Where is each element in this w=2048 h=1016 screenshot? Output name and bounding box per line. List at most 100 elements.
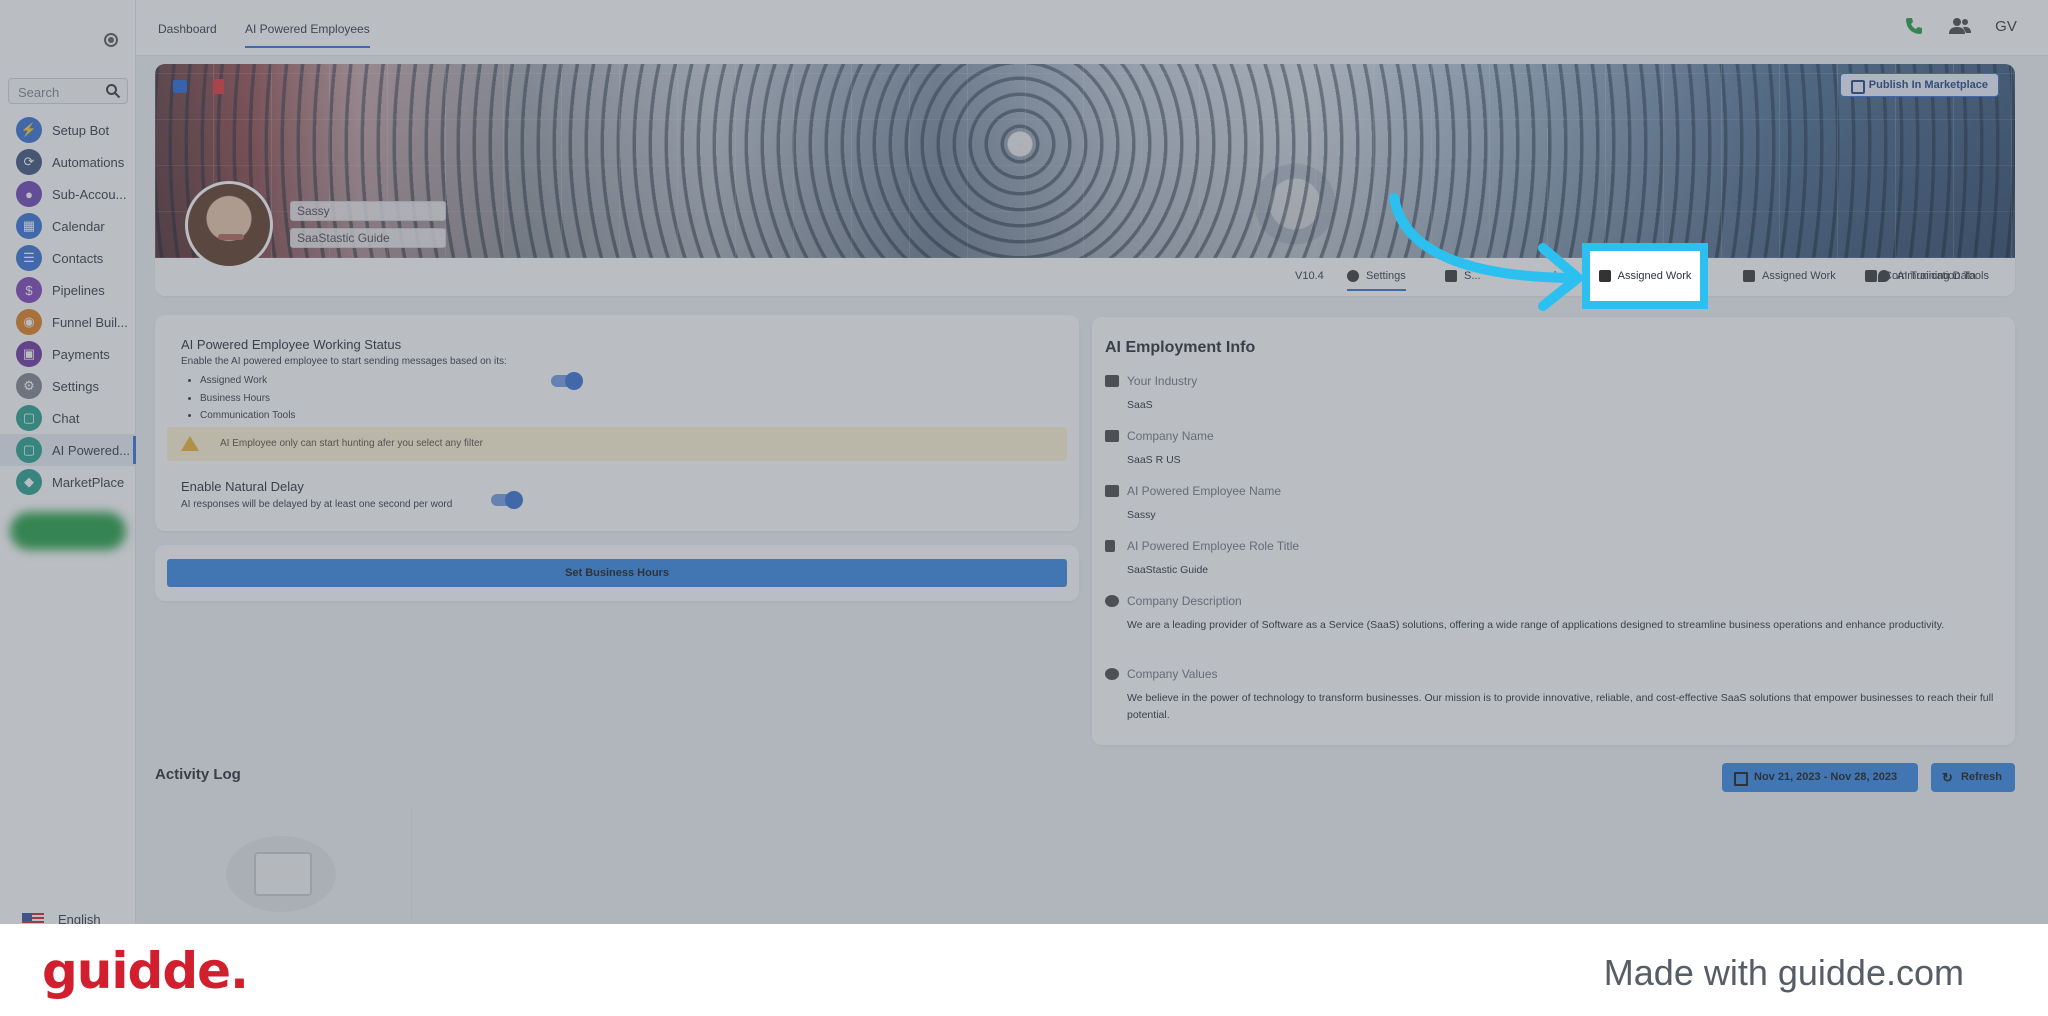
info-label: Company Description	[1127, 594, 1242, 608]
employment-info-card: AI Employment Info Your Industry SaaS Com…	[1092, 317, 2015, 745]
sidebar-item-funnel-builder[interactable]: ◉ Funnel Buil...	[0, 306, 136, 338]
natural-delay-toggle[interactable]	[491, 491, 523, 509]
chat-icon: ▢	[16, 405, 42, 431]
sidebar-item-contacts[interactable]: ☰ Contacts	[0, 242, 136, 274]
info-icon	[1105, 595, 1119, 607]
sidebar-item-label: Pipelines	[52, 282, 105, 298]
employee-tabstrip: V10.4 Settings S... ...ode Assigned Work…	[155, 258, 2015, 296]
calendar-icon: ▦	[16, 213, 42, 239]
made-with-text: Made with guidde.com	[1603, 952, 1964, 993]
tab-label: Assigned Work	[1762, 270, 1836, 282]
sidebar-item-label: Calendar	[52, 218, 105, 234]
bolt-icon: ⚡	[16, 117, 42, 143]
funnel-icon: ◉	[16, 309, 42, 335]
briefcase-icon	[1743, 270, 1755, 282]
list-item: Communication Tools	[200, 407, 295, 425]
briefcase-icon	[1105, 485, 1119, 497]
working-status-toggle[interactable]	[551, 372, 583, 390]
info-value: We believe in the power of technology to…	[1127, 692, 1994, 721]
phone-icon[interactable]	[1900, 12, 1928, 40]
set-business-hours-button[interactable]: Set Business Hours	[167, 559, 1067, 587]
search-placeholder: Search	[18, 85, 60, 100]
pipeline-icon: $	[16, 277, 42, 303]
send-icon	[1865, 270, 1877, 282]
warning-icon	[181, 436, 199, 451]
sidebar-item-calendar[interactable]: ▦ Calendar	[0, 210, 136, 242]
tab-communication-tools[interactable]: Communication Tools	[1865, 270, 1989, 282]
flag-icon	[1105, 540, 1115, 552]
tab-dashboard[interactable]: Dashboard	[158, 22, 217, 36]
info-value: Sassy	[1127, 509, 1156, 521]
info-value: We are a leading provider of Software as…	[1127, 619, 1945, 631]
business-hours-card: Set Business Hours	[155, 545, 1079, 601]
sidebar-item-marketplace[interactable]: ◆ MarketPlace	[0, 466, 136, 498]
sidebar-item-label: Settings	[52, 378, 99, 394]
automation-icon: ⟳	[16, 149, 42, 175]
search-icon[interactable]	[105, 83, 121, 99]
sidebar-nav: ⚡ Setup Bot ⟳ Automations ● Sub-Accou... ▦ C…	[0, 114, 136, 498]
sidebar-item-label: Funnel Buil...	[52, 314, 128, 330]
image-icon[interactable]	[173, 80, 187, 93]
info-label: Company Values	[1127, 667, 1218, 681]
natural-delay-title: Enable Natural Delay	[181, 479, 304, 494]
profile-photo[interactable]	[185, 181, 273, 269]
working-status-description: Enable the AI powered employee to start …	[181, 356, 507, 367]
sidebar-item-pipelines[interactable]: $ Pipelines	[0, 274, 136, 306]
guidde-logo: guidde.	[42, 942, 249, 1000]
date-range-button[interactable]: Nov 21, 2023 - Nov 28, 2023	[1722, 763, 1918, 792]
tab-label: Communication Tools	[1884, 270, 1989, 282]
marketplace-icon: ◆	[16, 469, 42, 495]
working-status-list: Assigned Work Business Hours Communicati…	[200, 372, 295, 425]
sidebar-search-input[interactable]: Search	[8, 78, 128, 104]
trash-icon[interactable]	[213, 79, 224, 94]
settings-tab-icon	[1347, 270, 1359, 282]
sidebar-item-label: Chat	[52, 410, 80, 426]
activity-log-title: Activity Log	[155, 766, 241, 783]
info-value: SaaStastic Guide	[1127, 564, 1209, 576]
info-value: SaaS R US	[1127, 454, 1181, 466]
tab-assigned-work[interactable]: Assigned Work	[1743, 270, 1836, 282]
sidebar-item-label: Automations	[52, 154, 125, 170]
sidebar-collapse-icon[interactable]	[104, 33, 118, 47]
sidebar-item-chat[interactable]: ▢ Chat	[0, 402, 136, 434]
user-icon: ●	[16, 181, 42, 207]
empty-state-illustration	[226, 836, 336, 912]
sidebar-item-automations[interactable]: ⟳ Automations	[0, 146, 136, 178]
natural-delay-description: AI responses will be delayed by at least…	[181, 499, 453, 510]
filter-warning: AI Employee only can start hunting afer …	[167, 427, 1067, 461]
pointer-arrow-icon	[1389, 193, 1583, 311]
tab-ai-powered-employees[interactable]: AI Powered Employees	[245, 22, 370, 48]
card-icon: ▣	[16, 341, 42, 367]
footer-bar: guidde. Made with guidde.com	[0, 924, 2048, 1016]
info-label: AI Powered Employee Name	[1127, 484, 1282, 498]
ai-chat-icon: ▢	[16, 437, 42, 463]
list-item: Business Hours	[200, 390, 295, 408]
refresh-button[interactable]: Refresh	[1931, 763, 2015, 792]
user-avatar[interactable]: GV	[1992, 12, 2020, 40]
sidebar-item-label: Payments	[52, 346, 110, 362]
sidebar-item-payments[interactable]: ▣ Payments	[0, 338, 136, 370]
employee-role-field[interactable]: SaaStastic Guide	[290, 228, 446, 248]
sidebar-item-ai-powered[interactable]: ▢ AI Powered...	[0, 434, 136, 466]
sidebar-item-setup-bot[interactable]: ⚡ Setup Bot	[0, 114, 136, 146]
publish-in-marketplace-button[interactable]: Publish In Marketplace	[1839, 73, 1999, 97]
sidebar: Search ⚡ Setup Bot ⟳ Automations ● Sub-Acco…	[0, 0, 136, 927]
gear-icon: ⚙	[16, 373, 42, 399]
highlight-label: Assigned Work	[1617, 270, 1692, 282]
sidebar-item-label: AI Powered...	[52, 442, 131, 458]
contacts-icon: ☰	[16, 245, 42, 271]
sidebar-item-settings[interactable]: ⚙ Settings	[0, 370, 136, 402]
sidebar-item-label: MarketPlace	[52, 474, 125, 490]
employee-name-field[interactable]: Sassy	[290, 201, 446, 221]
divider	[411, 808, 412, 920]
info-value: SaaS	[1127, 399, 1153, 411]
sidebar-item-label: Setup Bot	[52, 122, 110, 138]
blurred-button[interactable]	[10, 512, 126, 550]
info-label: Company Name	[1127, 429, 1214, 443]
employment-info-title: AI Employment Info	[1105, 339, 1256, 356]
sidebar-item-sub-accounts[interactable]: ● Sub-Accou...	[0, 178, 136, 210]
building-icon	[1105, 430, 1119, 442]
users-icon[interactable]	[1946, 12, 1974, 40]
info-label: Your Industry	[1127, 374, 1198, 388]
info-label: AI Powered Employee Role Title	[1127, 539, 1300, 553]
